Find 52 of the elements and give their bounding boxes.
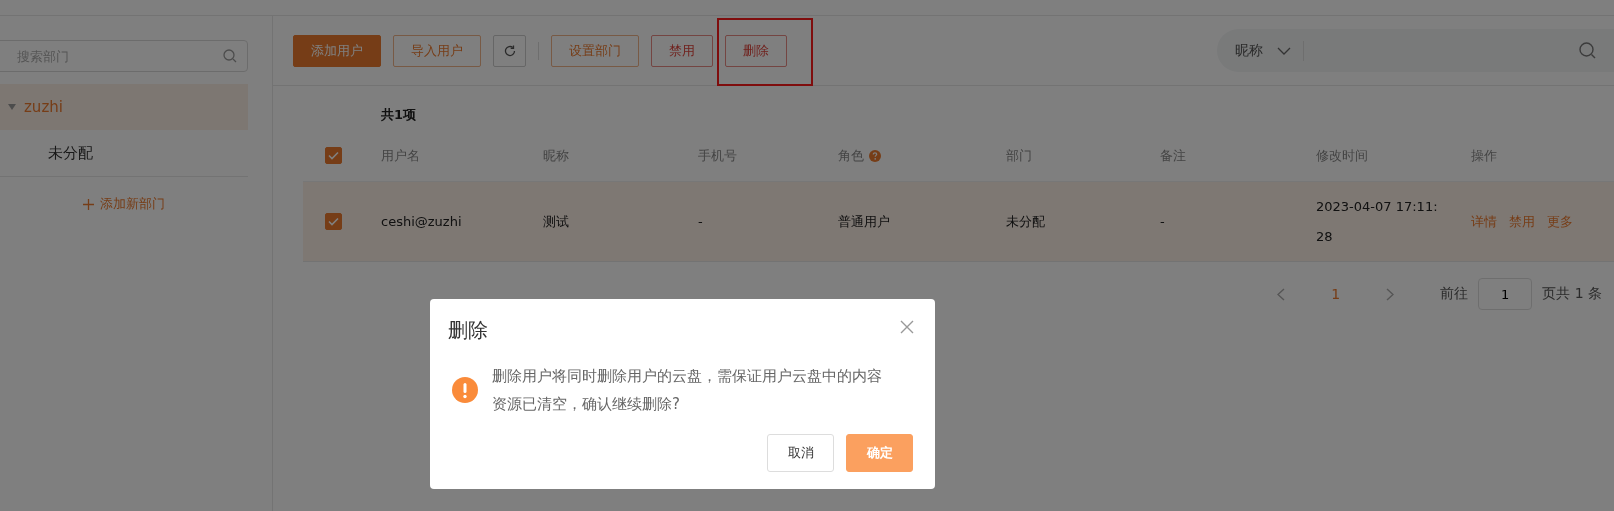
- help-icon[interactable]: [869, 149, 881, 162]
- toolbar-button[interactable]: 导入用户: [393, 34, 481, 67]
- page-number[interactable]: 1: [1295, 286, 1377, 302]
- check-icon: [328, 217, 339, 226]
- close-button[interactable]: [899, 319, 915, 335]
- close-icon: [899, 319, 915, 335]
- column-header: 角色: [838, 146, 864, 165]
- column-header: 昵称: [543, 146, 569, 165]
- action-link[interactable]: 详情: [1471, 212, 1497, 231]
- table-cell-text: ceshi@zuzhi: [381, 212, 463, 231]
- checkbox[interactable]: [325, 213, 342, 230]
- toolbar-button[interactable]: 添加用户: [293, 34, 381, 67]
- page-input[interactable]: 1: [1478, 278, 1533, 310]
- column-header: 备注: [1160, 146, 1186, 165]
- refresh-button[interactable]: [493, 34, 526, 67]
- item-count: 共1项: [380, 106, 418, 124]
- table-cell-text: -: [698, 212, 704, 231]
- dialog-message: 删除用户将同时删除用户的云盘，需保证用户云盘中的内容资源已清空，确认继续删除?: [492, 366, 882, 415]
- tree-item[interactable]: zuzhi: [0, 84, 248, 130]
- toolbar-button[interactable]: 禁用: [651, 34, 713, 67]
- column-header: 修改时间: [1316, 146, 1368, 165]
- plus-icon: [83, 198, 94, 210]
- toolbar-button[interactable]: 设置部门: [551, 34, 639, 67]
- caret-icon: [8, 104, 16, 110]
- cancel-button[interactable]: 取消: [767, 434, 834, 472]
- warning-icon: [452, 377, 478, 403]
- action-link[interactable]: 更多: [1547, 212, 1573, 231]
- add-department-link[interactable]: 添加新部门: [0, 177, 248, 213]
- table-cell-text: -: [1160, 212, 1166, 231]
- filter-dropdown[interactable]: 昵称: [1235, 40, 1304, 61]
- refresh-icon: [503, 44, 516, 57]
- column-header: 用户名: [381, 146, 420, 165]
- table-cell-text: 2023-04-07 17:11:28: [1316, 197, 1439, 246]
- chevron-left-icon[interactable]: [1277, 287, 1286, 301]
- table-cell-text: 测试: [543, 212, 570, 231]
- search-bar[interactable]: 昵称: [1217, 29, 1614, 72]
- chevron-right-icon[interactable]: [1386, 287, 1395, 301]
- search-icon: [1579, 42, 1596, 59]
- toolbar-button[interactable]: 删除: [725, 34, 787, 67]
- chevron-down-icon: [1277, 46, 1291, 55]
- dialog-title: 删除: [448, 317, 488, 344]
- column-header: 手机号: [698, 146, 737, 165]
- table-cell-text: 未分配: [1006, 212, 1046, 231]
- action-link[interactable]: 禁用: [1509, 212, 1535, 231]
- table-cell-text: 普通用户: [838, 212, 891, 231]
- tree-item[interactable]: 未分配: [0, 130, 248, 176]
- checkbox[interactable]: [325, 147, 342, 164]
- search-icon: [223, 49, 237, 63]
- check-icon: [328, 151, 339, 160]
- confirm-button[interactable]: 确定: [846, 434, 913, 472]
- total-label: 页共 1 条: [1542, 285, 1602, 303]
- goto-label: 前往: [1440, 285, 1469, 303]
